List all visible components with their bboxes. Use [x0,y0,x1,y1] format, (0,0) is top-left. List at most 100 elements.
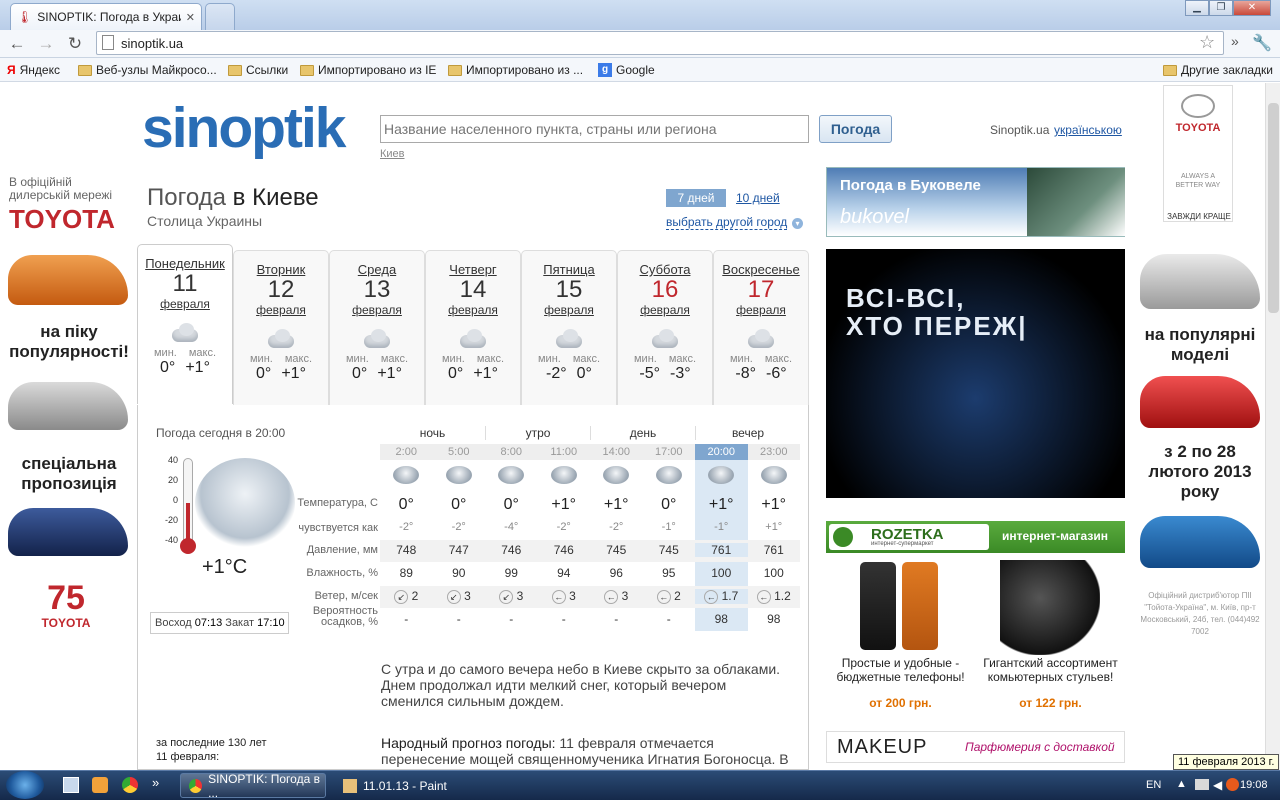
star-icon[interactable]: ☆ [1199,32,1215,53]
max-label: макс. [668,353,697,365]
humidity-cell: 100 [711,566,732,580]
bookmark-folder-1[interactable]: Веб-узлы Майкросо... [78,62,217,78]
title-city: в Киеве [232,184,319,211]
search-button[interactable]: Погода [819,115,892,143]
bookmark-folder-4[interactable]: Импортировано из ... [448,62,583,78]
maximize-icon[interactable]: ❐ [1209,0,1233,16]
humidity-cell: 95 [662,566,676,580]
clock[interactable]: 19:08 [1240,779,1268,791]
reload-icon[interactable]: ↻ [65,34,85,54]
folk-label: Народный прогноз погоды: [381,735,556,751]
bookmark-folder-2[interactable]: Ссылки [228,62,288,78]
day-name: Четверг [449,262,497,277]
network-icon[interactable] [1195,779,1209,790]
browser-tab[interactable]: 🌡 SINOPTIK: Погода в Украи ✕ [10,3,202,30]
ad-item2-caption[interactable]: Гигантский ассортимент комьютерных стуль… [982,656,1119,684]
show-desktop-icon[interactable] [63,777,79,793]
ad-item1-price[interactable]: от 200 грн. [834,696,967,710]
volume-icon[interactable]: ◀ [1213,778,1222,792]
row-label-humidity: Влажность, % [306,567,378,579]
day-card[interactable]: Четверг 14 февраля мин. макс. 0° +1° [425,250,521,405]
chevron-down-icon[interactable]: ▾ [792,218,803,229]
min-temp: 0° [256,365,272,382]
recent-city-link[interactable]: Киев [380,148,405,160]
day-card[interactable]: Вторник 12 февраля мин. макс. 0° +1° [233,250,329,405]
day-month: февраля [256,303,306,317]
max-temp: +1° [185,359,210,376]
day-month: февраля [448,303,498,317]
choose-city-link[interactable]: выбрать другой город [666,215,788,230]
day-card[interactable]: Среда 13 февраля мин. макс. 0° +1° [329,250,425,405]
pressure-cell: 746 [553,543,574,557]
makeup-ad[interactable]: MAKEUP Парфюмерия с доставкой [826,731,1125,763]
more-chevron-icon[interactable]: » [1231,33,1239,49]
toyota-right-logo-box[interactable]: TOYOTA ALWAYS A BETTER WAY [1163,85,1233,222]
day-card[interactable]: Суббота 16 февраля мин. макс. -5° -3° [617,250,713,405]
wind-arrow-icon: ↙ [499,590,514,604]
bookmark-folder-3[interactable]: Импортировано из IE [300,62,436,78]
video-banner-ad[interactable]: ВСІ-ВСІ, ХТО ПЕРЕЖ| [826,249,1125,498]
minimize-icon[interactable]: ▁ [1185,0,1209,16]
ad-item1-caption[interactable]: Простые и удобные - бюджетные телефоны! [834,656,967,684]
new-tab-button[interactable] [205,3,235,30]
lang-ukrainian-link[interactable]: українською [1054,123,1122,137]
tray-expand-icon[interactable]: ▲ [1176,778,1187,790]
bookmark-google[interactable]: g Google [598,62,655,78]
tray-app-icon[interactable] [1226,778,1239,791]
chrome-icon[interactable] [122,777,138,793]
right-slogan2[interactable]: з 2 по 28 лютого 2013 року [1138,442,1262,502]
bookmark-yandex[interactable]: Я Яндекс [7,62,60,78]
start-button[interactable] [6,771,44,799]
address-bar[interactable]: sinoptik.ua ☆ [96,31,1224,55]
site-logo[interactable]: sinoptik [142,95,347,161]
taskbar-more-icon[interactable]: » [152,775,159,790]
language-indicator[interactable]: EN [1146,779,1161,791]
ad-item2-price[interactable]: от 122 грн. [982,696,1119,710]
scrollbar[interactable] [1265,83,1280,770]
humidity-cell: 89 [399,566,413,580]
row-label-temp: Температура, С [297,497,378,509]
day-card[interactable]: Пятница 15 февраля мин. макс. -2° 0° [521,250,617,405]
left-ad-top[interactable]: В офіційній дилерській мережі [9,176,134,202]
bookmark-other[interactable]: Другие закладки [1163,62,1273,78]
tab-7-days[interactable]: 7 дней [666,189,726,207]
media-player-icon[interactable] [92,777,108,793]
tab-10-days[interactable]: 10 дней [736,191,780,205]
day-number: 15 [555,276,583,303]
min-temp: -5° [639,365,660,382]
day-card[interactable]: Воскресенье 17 февраля мин. макс. -8° -6° [713,250,809,405]
search-input[interactable] [380,115,809,143]
rozetka-ad[interactable]: ROZETKA интернет-супермаркет интернет-ма… [826,521,1125,553]
right-slogan1[interactable]: на популярні моделі [1138,325,1262,365]
min-temp: 0° [448,365,464,382]
day-month: февраля [544,303,594,317]
taskbar-item-browser[interactable]: SINOPTIK: Погода в ... [180,772,326,800]
car-image-red [1140,376,1260,428]
forward-icon[interactable]: → [36,34,56,54]
back-icon[interactable]: ← [7,34,27,54]
thermo-tick: 0 [172,495,178,505]
wrench-icon[interactable]: 🔧 [1252,33,1272,53]
left-slogan2[interactable]: спеціальна пропозиція [5,454,133,494]
period-label: день [590,426,695,440]
toyota-75-logo[interactable]: 75 TOYOTA [28,580,104,650]
bukovel-ad[interactable]: Погода в Буковеле bukovel [826,167,1125,237]
min-temp: 0° [160,359,176,376]
cloud-snow-icon [168,323,202,345]
sunrise-time: 07:13 [194,617,223,629]
scrollbar-thumb[interactable] [1268,103,1279,313]
left-slogan1[interactable]: на піку популярності! [5,322,133,362]
hour-label: 2:00 [380,444,433,460]
day-number: 12 [267,276,295,303]
wind-speed: 3 [621,589,629,603]
close-window-icon[interactable]: ✕ [1233,0,1271,16]
wind-speed: 3 [464,589,471,603]
day-card[interactable]: Понедельник 11 февраля мин. макс. 0° +1° [137,244,233,404]
left-toyota-brand[interactable]: TOYOTA [9,204,115,235]
wind-speed: 2 [411,589,419,603]
taskbar-item-paint[interactable]: 11.01.13 - Paint [334,773,480,798]
close-tab-icon[interactable]: ✕ [186,11,195,24]
day-number: 14 [459,276,487,303]
precip-cell: - [561,612,566,626]
day-name: Суббота [639,262,691,277]
